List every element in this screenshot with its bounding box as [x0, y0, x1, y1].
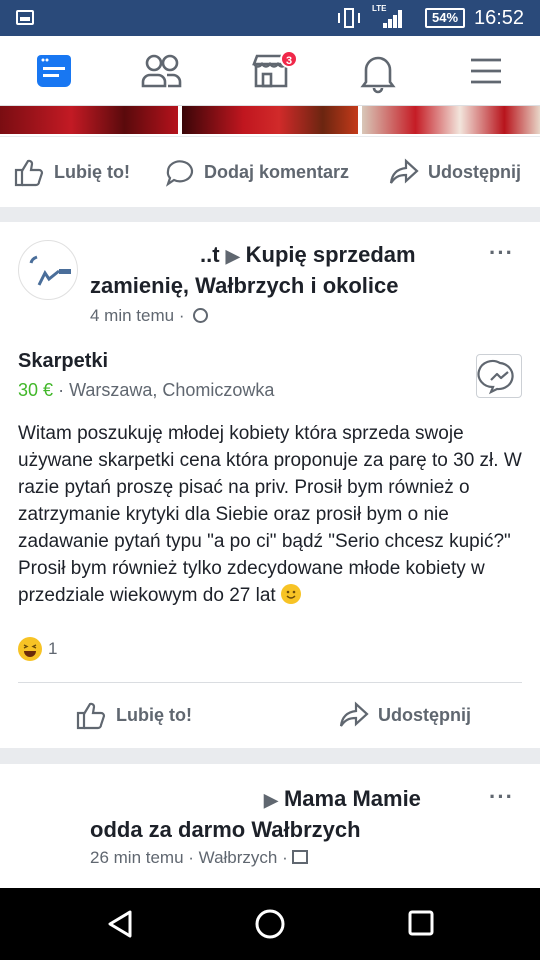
next-post-meta: 26 min temu · Wałbrzych ·	[90, 848, 309, 868]
share-button[interactable]: Udostępnij	[338, 682, 471, 748]
back-icon[interactable]	[100, 906, 140, 942]
group-name[interactable]: Kupię sprzedam zamienię, Wałbrzych i oko…	[90, 242, 416, 298]
friends-icon[interactable]	[117, 36, 207, 106]
thumbs-up-icon	[14, 159, 44, 187]
like-button[interactable]: Lubię to!	[76, 682, 192, 748]
messenger-icon	[477, 359, 514, 395]
reaction-count: 1	[48, 639, 58, 658]
item-location: Warszawa, Chomiczowka	[69, 380, 275, 400]
group-name[interactable]: Mama Mamie odda za darmo Wałbrzych	[90, 786, 421, 842]
comment-label: Dodaj komentarz	[204, 161, 350, 182]
menu-icon[interactable]	[441, 36, 531, 106]
post-header: ..t ▶ Kupię sprzedam zamienię, Wałbrzych…	[90, 240, 460, 301]
home-icon[interactable]	[250, 904, 290, 944]
notifications-icon[interactable]	[333, 36, 423, 106]
like-label: Lubię to!	[116, 704, 192, 725]
post-location[interactable]: Wałbrzych	[199, 848, 278, 867]
battery-indicator: 54%	[425, 8, 465, 28]
post-actions: Lubię to! Udostępnij	[0, 682, 540, 748]
image-notification-icon	[16, 10, 34, 25]
signal-icon	[383, 10, 403, 28]
post-body: Witam poszukuję młodej kobiety która spr…	[18, 423, 522, 606]
vibrate-icon	[338, 8, 360, 28]
smiley-emoji-icon	[280, 584, 301, 604]
comment-icon	[165, 160, 194, 187]
item-title: Skarpetki	[18, 350, 109, 372]
post-time[interactable]: 4 min temu	[90, 306, 174, 325]
more-options-button[interactable]: ···	[489, 240, 514, 266]
album-icon	[292, 850, 309, 864]
item-price-location: 30 € · Warszawa, Chomiczowka	[18, 380, 275, 400]
share-label: Udostępnij	[428, 161, 521, 182]
thumbs-up-icon	[76, 702, 106, 730]
arrow-right-icon: ▶	[225, 246, 240, 266]
like-label: Lubię to!	[54, 161, 130, 182]
marketplace-badge: 3	[280, 50, 298, 68]
next-post-header: ▶ Mama Mamie odda za darmo Wałbrzych	[90, 784, 460, 845]
previous-post-photos[interactable]	[0, 106, 540, 136]
share-label: Udostępnij	[378, 704, 471, 725]
reactions-summary[interactable]: 1	[18, 637, 57, 661]
share-button[interactable]: Udostępnij	[388, 137, 521, 207]
photo-thumbnail[interactable]	[0, 106, 178, 134]
haha-reaction-icon	[18, 637, 42, 661]
author-name[interactable]: ..t	[200, 242, 220, 267]
item-price: 30 €	[18, 380, 54, 400]
share-icon	[389, 158, 419, 184]
top-nav-bar: 3	[0, 36, 540, 106]
previous-post-actions: Lubię to! Dodaj komentarz Udostępnij	[0, 137, 540, 207]
post-time[interactable]: 26 min temu	[90, 848, 184, 867]
arrow-right-icon: ▶	[264, 790, 278, 810]
clock: 16:52	[474, 7, 525, 29]
post-meta: 4 min temu ·	[90, 306, 209, 326]
news-feed-icon[interactable]	[9, 36, 99, 106]
system-nav-bar	[0, 888, 540, 960]
group-avatar[interactable]	[18, 240, 78, 300]
more-options-button[interactable]: ···	[489, 784, 514, 810]
marketplace-icon[interactable]: 3	[226, 36, 316, 106]
globe-icon	[193, 308, 209, 323]
messenger-button[interactable]	[476, 354, 522, 398]
like-button[interactable]: Lubię to!	[14, 137, 130, 207]
recents-icon[interactable]	[404, 906, 438, 940]
comment-button[interactable]: Dodaj komentarz	[164, 137, 349, 207]
photo-thumbnail[interactable]	[362, 106, 540, 134]
status-bar: LTE 54% 16:52	[0, 0, 540, 36]
photo-thumbnail[interactable]	[182, 106, 358, 134]
share-icon	[339, 701, 369, 727]
